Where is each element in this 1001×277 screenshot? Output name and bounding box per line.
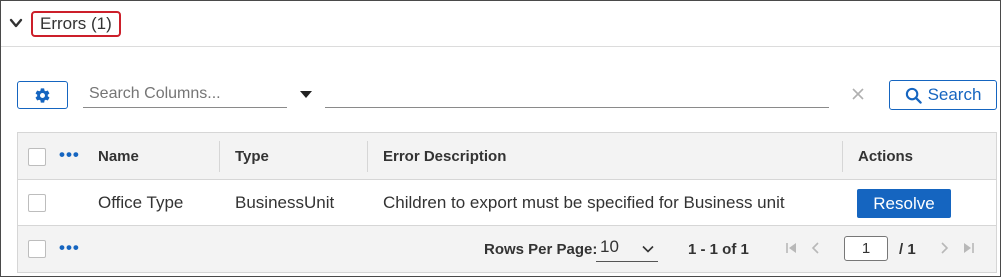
column-header-type[interactable]: Type bbox=[235, 148, 269, 165]
search-button-label: Search bbox=[927, 85, 982, 104]
pagination-range: 1 - 1 of 1 bbox=[688, 241, 749, 258]
select-all-checkbox[interactable] bbox=[28, 148, 46, 166]
chevron-down-icon[interactable] bbox=[8, 16, 24, 30]
cell-name: Office Type bbox=[98, 193, 184, 212]
cell-error-description: Children to export must be specified for… bbox=[383, 193, 785, 212]
cell-type: BusinessUnit bbox=[235, 193, 335, 212]
page-number-input[interactable] bbox=[844, 236, 888, 261]
clear-icon[interactable] bbox=[851, 87, 865, 101]
search-button[interactable]: Search bbox=[889, 80, 997, 110]
caret-down-icon[interactable] bbox=[299, 89, 313, 99]
last-page-icon[interactable] bbox=[963, 242, 975, 254]
footer-select-checkbox[interactable] bbox=[28, 240, 46, 258]
column-divider[interactable] bbox=[367, 141, 368, 172]
first-page-icon[interactable] bbox=[785, 242, 797, 254]
table-row[interactable]: Office Type BusinessUnit Children to exp… bbox=[18, 180, 996, 226]
gear-icon bbox=[35, 87, 50, 103]
column-header-actions: Actions bbox=[858, 148, 914, 165]
column-settings-button[interactable] bbox=[17, 81, 68, 109]
search-icon bbox=[905, 87, 922, 104]
column-header-name[interactable]: Name bbox=[98, 148, 139, 165]
row-checkbox[interactable] bbox=[28, 194, 46, 212]
resolve-button[interactable]: Resolve bbox=[857, 189, 951, 218]
more-options-icon[interactable]: ••• bbox=[59, 239, 80, 256]
column-header-error-description[interactable]: Error Description bbox=[383, 148, 506, 165]
grid-header-row: ••• Name Type Error Description Actions bbox=[18, 133, 996, 180]
errors-grid: ••• Name Type Error Description Actions … bbox=[17, 132, 997, 273]
previous-page-icon[interactable] bbox=[810, 242, 822, 254]
rows-per-page-value: 10 bbox=[600, 237, 619, 256]
section-header: Errors (1) bbox=[1, 1, 1000, 47]
chevron-down-icon bbox=[642, 245, 654, 253]
page-total: / 1 bbox=[899, 241, 916, 258]
column-divider[interactable] bbox=[842, 141, 843, 172]
rows-per-page-select[interactable]: 10 bbox=[596, 234, 658, 262]
column-divider[interactable] bbox=[219, 141, 220, 172]
grid-footer: ••• Rows Per Page: 10 1 - 1 of 1 / 1 bbox=[18, 226, 996, 272]
search-columns-input[interactable] bbox=[83, 81, 287, 108]
rows-per-page-label: Rows Per Page: bbox=[484, 241, 598, 258]
filter-value-input[interactable] bbox=[325, 81, 829, 108]
errors-panel: Errors (1) Search ••• Name Type Error De bbox=[0, 0, 1001, 277]
section-title: Errors (1) bbox=[31, 11, 121, 37]
more-options-icon[interactable]: ••• bbox=[59, 146, 80, 163]
next-page-icon[interactable] bbox=[938, 242, 950, 254]
